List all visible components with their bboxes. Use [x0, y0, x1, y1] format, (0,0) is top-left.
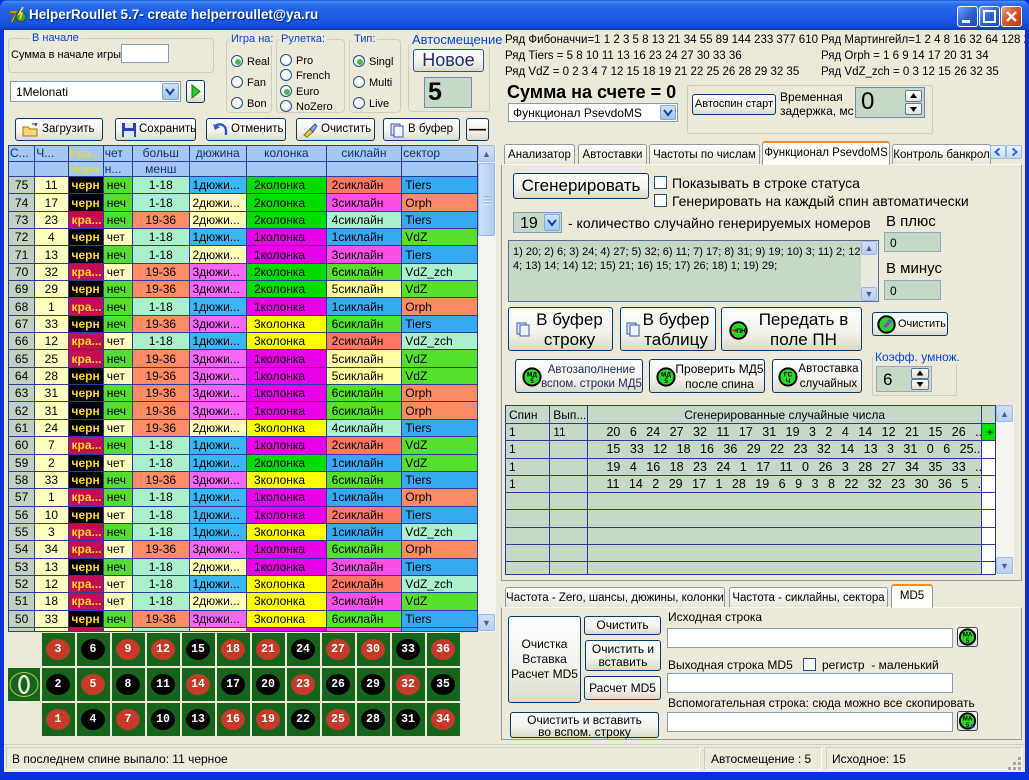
svg-text:5: 5: [530, 378, 534, 385]
svg-text:МА: МА: [963, 717, 973, 723]
svg-text:МА: МА: [963, 633, 973, 639]
svg-text:5: 5: [664, 378, 668, 385]
svg-text:ПН: ПН: [736, 328, 746, 335]
svg-text:Ч: Ч: [786, 378, 791, 385]
